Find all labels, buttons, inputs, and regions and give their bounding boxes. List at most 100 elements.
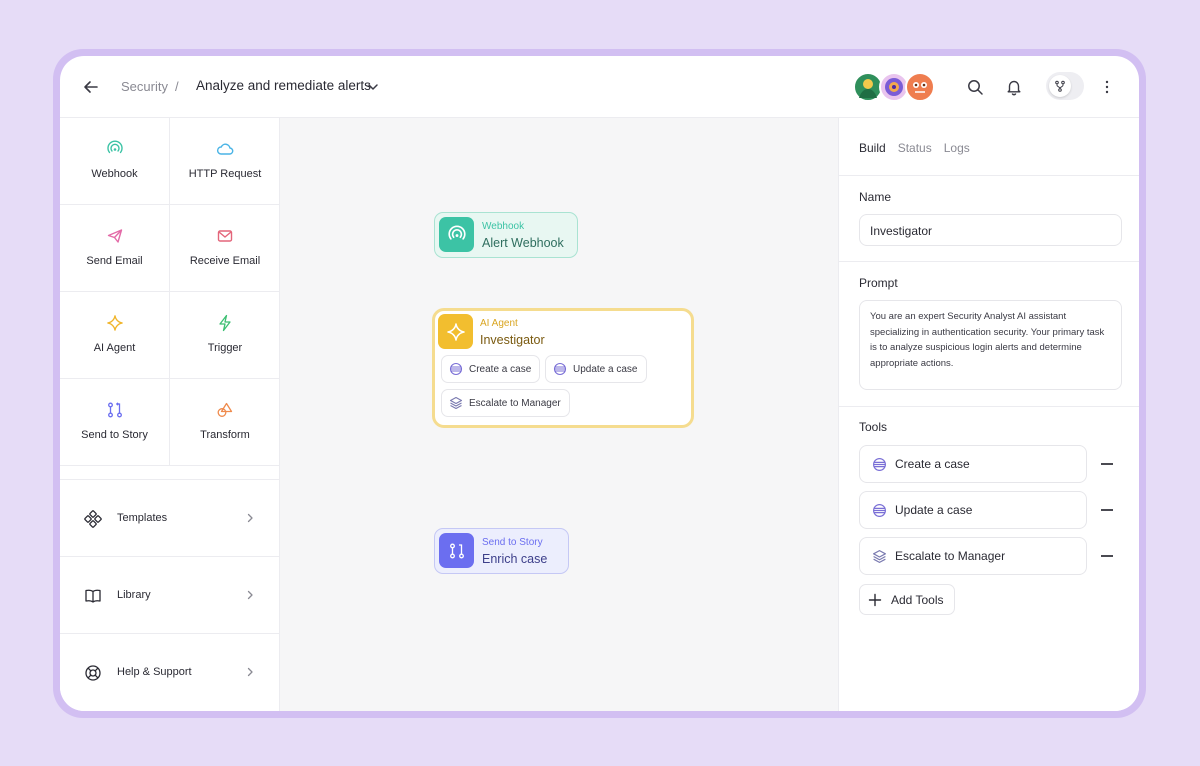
chevron-down-icon[interactable]: [367, 81, 379, 93]
transform-icon: [217, 402, 233, 417]
prompt-label: Prompt: [859, 276, 898, 290]
add-tools-button[interactable]: Add Tools: [859, 584, 956, 615]
tool-label: Update a case: [895, 503, 973, 517]
webhook-icon: [106, 140, 123, 154]
divider: [839, 261, 1139, 262]
action-ai-agent[interactable]: AI Agent: [60, 292, 170, 379]
story-title[interactable]: Analyze and remediate alerts: [196, 78, 371, 93]
action-http-request[interactable]: HTTP Request: [170, 118, 280, 205]
top-bar: Security / Analyze and remediate alerts: [60, 56, 1139, 118]
action-label: HTTP Request: [188, 168, 262, 180]
node-type: AI Agent: [480, 318, 518, 329]
book-icon: [85, 589, 101, 603]
tool-chip-update-case[interactable]: Update a case: [545, 355, 647, 383]
back-arrow-icon[interactable]: [82, 78, 100, 96]
lifebuoy-icon: [85, 665, 101, 681]
webhook-node[interactable]: Webhook Alert Webhook: [434, 212, 578, 258]
story-icon: [107, 402, 122, 418]
story-icon: [439, 533, 474, 568]
tool-label: Create a case: [895, 457, 970, 471]
tool-row-create-case[interactable]: Create a case: [859, 445, 1087, 483]
action-trigger[interactable]: Trigger: [170, 292, 280, 379]
chip-label: Escalate to Manager: [469, 397, 561, 409]
remove-tool-button[interactable]: [1101, 509, 1113, 511]
action-palette: Webhook HTTP Request Send Email Receive …: [60, 118, 280, 711]
cloud-icon: [216, 143, 234, 155]
tool-chip-create-case[interactable]: Create a case: [441, 355, 541, 383]
search-icon[interactable]: [966, 78, 984, 96]
bolt-icon: [219, 314, 231, 332]
tab-logs[interactable]: Logs: [944, 141, 970, 155]
database-icon: [873, 503, 886, 517]
name-label: Name: [859, 190, 892, 204]
layers-icon: [449, 396, 463, 410]
tab-build[interactable]: Build: [859, 141, 886, 155]
action-label: Send Email: [86, 255, 143, 267]
node-name: Enrich case: [482, 552, 548, 566]
chevron-right-icon: [247, 513, 253, 523]
bell-icon[interactable]: [1005, 78, 1023, 96]
action-send-email[interactable]: Send Email: [60, 205, 170, 292]
avatar[interactable]: [905, 72, 935, 102]
tab-status[interactable]: Status: [898, 141, 932, 155]
tool-row-update-case[interactable]: Update a case: [859, 491, 1087, 529]
remove-tool-button[interactable]: [1101, 555, 1113, 557]
mail-icon: [217, 230, 233, 242]
chip-label: Create a case: [469, 363, 532, 375]
branch-icon: [1049, 75, 1071, 97]
menu-library[interactable]: Library: [60, 556, 279, 633]
story-canvas[interactable]: Webhook Alert Webhook AI Agent Investiga…: [280, 118, 838, 711]
database-icon: [553, 362, 567, 376]
action-label: Send to Story: [81, 429, 148, 441]
branch-toggle[interactable]: [1046, 72, 1084, 100]
chip-label: Update a case: [573, 363, 638, 375]
breadcrumb-separator: /: [175, 79, 179, 94]
action-label: AI Agent: [93, 342, 136, 354]
webhook-icon: [439, 217, 474, 252]
properties-panel: Build Status Logs Name Investigator Prom…: [838, 118, 1139, 711]
divider: [839, 175, 1139, 176]
templates-icon: [84, 510, 102, 528]
chevron-right-icon: [247, 590, 253, 600]
sparkle-icon: [438, 314, 473, 349]
tool-row-escalate[interactable]: Escalate to Manager: [859, 537, 1087, 575]
action-send-to-story[interactable]: Send to Story: [60, 379, 170, 466]
menu-label: Help & Support: [117, 666, 192, 678]
node-name: Investigator: [480, 333, 545, 347]
sparkle-icon: [106, 315, 123, 331]
menu-templates[interactable]: Templates: [60, 479, 279, 556]
layers-icon: [873, 549, 886, 563]
node-type: Webhook: [482, 221, 525, 232]
breadcrumb-parent[interactable]: Security: [121, 79, 168, 94]
prompt-field[interactable]: You are an expert Security Analyst AI as…: [859, 300, 1122, 390]
app-frame: Security / Analyze and remediate alerts: [53, 49, 1146, 718]
action-label: Trigger: [207, 342, 243, 354]
panel-tabs: Build Status Logs: [859, 141, 982, 155]
send-icon: [107, 229, 122, 243]
chevron-right-icon: [247, 667, 253, 677]
add-tools-label: Add Tools: [891, 592, 944, 607]
action-receive-email[interactable]: Receive Email: [170, 205, 280, 292]
tool-chip-escalate[interactable]: Escalate to Manager: [441, 389, 570, 417]
menu-label: Templates: [117, 512, 168, 524]
send-to-story-node[interactable]: Send to Story Enrich case: [434, 528, 569, 574]
database-icon: [449, 362, 463, 376]
more-vertical-icon[interactable]: [1098, 78, 1116, 96]
action-webhook[interactable]: Webhook: [60, 118, 170, 205]
remove-tool-button[interactable]: [1101, 463, 1113, 465]
node-name: Alert Webhook: [482, 236, 564, 250]
menu-help-support[interactable]: Help & Support: [60, 633, 279, 710]
action-label: Transform: [200, 429, 250, 441]
tools-label: Tools: [859, 420, 888, 434]
database-icon: [873, 457, 886, 471]
divider: [839, 406, 1139, 407]
node-type: Send to Story: [482, 537, 543, 548]
action-label: Receive Email: [189, 255, 261, 267]
tool-label: Escalate to Manager: [895, 549, 1006, 563]
plus-icon: [868, 593, 882, 606]
menu-label: Library: [117, 589, 151, 601]
name-field[interactable]: Investigator: [859, 214, 1122, 246]
action-label: Webhook: [91, 168, 138, 180]
action-transform[interactable]: Transform: [170, 379, 280, 466]
app-window: Security / Analyze and remediate alerts: [60, 56, 1139, 711]
